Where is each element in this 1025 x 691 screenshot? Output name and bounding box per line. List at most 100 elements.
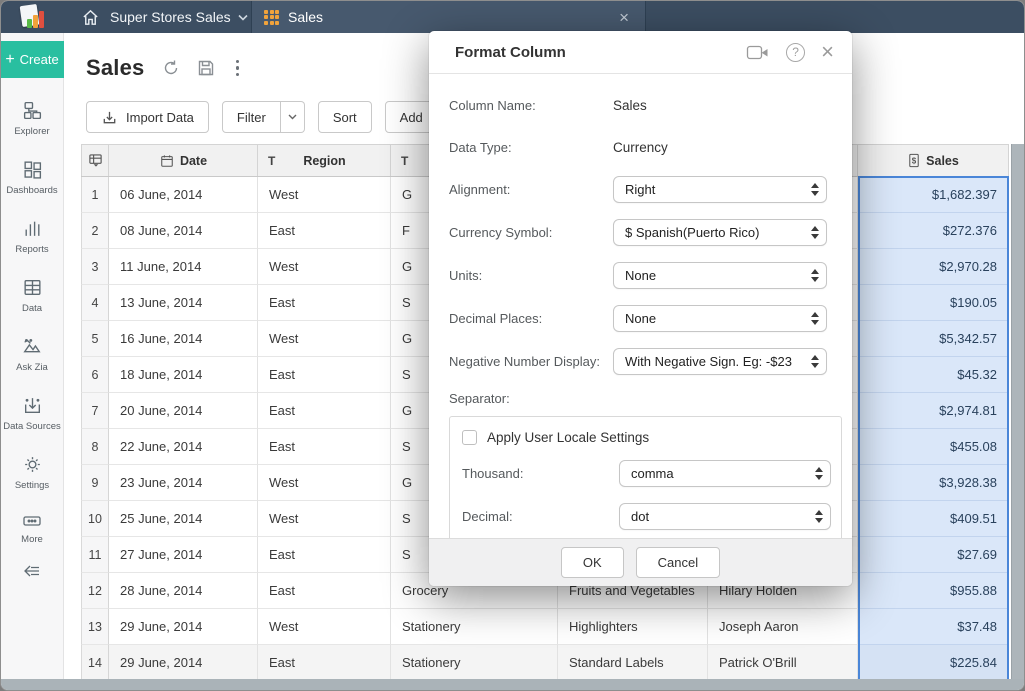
dialog-close-icon[interactable]: × [821, 41, 834, 63]
decimal-separator-select[interactable]: dot [619, 503, 831, 530]
row-number-cell[interactable]: 3 [81, 249, 109, 285]
row-number-cell[interactable]: 4 [81, 285, 109, 321]
cell-sales[interactable]: $955.88 [858, 573, 1009, 609]
home-icon[interactable] [78, 5, 102, 29]
sidebar-item-data[interactable]: Data [1, 277, 64, 314]
filter-dropdown-caret[interactable] [281, 101, 305, 133]
cell-region[interactable]: East [258, 357, 391, 393]
row-number-cell[interactable]: 12 [81, 573, 109, 609]
apply-locale-checkbox[interactable] [462, 430, 477, 445]
apply-locale-checkbox-row[interactable]: Apply User Locale Settings [462, 430, 831, 445]
negative-display-select[interactable]: With Negative Sign. Eg: -$23 [613, 348, 827, 375]
filter-button[interactable]: Filter [222, 101, 281, 133]
cell-region[interactable]: East [258, 429, 391, 465]
cell-sales[interactable]: $190.05 [858, 285, 1009, 321]
cell-person[interactable]: Patrick O'Brill [708, 645, 858, 679]
row-number-cell[interactable]: 5 [81, 321, 109, 357]
cell-region[interactable]: East [258, 645, 391, 679]
sidebar-item-dashboards[interactable]: Dashboards [1, 159, 64, 196]
cell-category[interactable]: Stationery [391, 609, 558, 645]
cell-sales[interactable]: $2,970.28 [858, 249, 1009, 285]
cell-date[interactable]: 23 June, 2014 [109, 465, 258, 501]
cell-sales[interactable]: $272.376 [858, 213, 1009, 249]
cell-date[interactable]: 08 June, 2014 [109, 213, 258, 249]
cell-region[interactable]: West [258, 609, 391, 645]
cell-date[interactable]: 22 June, 2014 [109, 429, 258, 465]
cell-region[interactable]: West [258, 177, 391, 213]
cell-region[interactable]: East [258, 573, 391, 609]
row-number-cell[interactable]: 10 [81, 501, 109, 537]
tab-sales[interactable]: Sales × [251, 1, 646, 33]
cell-sales[interactable]: $2,974.81 [858, 393, 1009, 429]
row-number-cell[interactable]: 1 [81, 177, 109, 213]
sidebar-item-explorer[interactable]: Explorer [1, 100, 64, 137]
column-header-date[interactable]: Date [109, 145, 258, 176]
cell-date[interactable]: 20 June, 2014 [109, 393, 258, 429]
tab-close-icon[interactable]: × [619, 9, 629, 26]
cell-date[interactable]: 11 June, 2014 [109, 249, 258, 285]
select-all-header[interactable] [81, 145, 109, 176]
horizontal-scrollbar[interactable] [1, 679, 1024, 690]
row-number-cell[interactable]: 14 [81, 645, 109, 679]
cell-sales[interactable]: $225.84 [858, 645, 1009, 679]
cancel-button[interactable]: Cancel [636, 547, 720, 578]
workspace-switcher[interactable]: Super Stores Sales [110, 9, 248, 25]
currency-symbol-select[interactable]: $ Spanish(Puerto Rico) [613, 219, 827, 246]
cell-region[interactable]: West [258, 465, 391, 501]
help-icon[interactable]: ? [786, 43, 805, 62]
cell-date[interactable]: 28 June, 2014 [109, 573, 258, 609]
sidebar-item-data-sources[interactable]: Data Sources [1, 395, 64, 432]
row-number-cell[interactable]: 6 [81, 357, 109, 393]
row-number-cell[interactable]: 2 [81, 213, 109, 249]
column-header-sales[interactable]: $ Sales [858, 145, 1009, 176]
ok-button[interactable]: OK [561, 547, 624, 578]
cell-date[interactable]: 18 June, 2014 [109, 357, 258, 393]
sidebar-item-settings[interactable]: Settings [1, 454, 64, 491]
cell-sales[interactable]: $37.48 [858, 609, 1009, 645]
refresh-icon[interactable] [162, 59, 180, 77]
column-header-region[interactable]: T Region [258, 145, 391, 176]
cell-region[interactable]: East [258, 213, 391, 249]
cell-date[interactable]: 29 June, 2014 [109, 645, 258, 679]
alignment-select[interactable]: Right [613, 176, 827, 203]
cell-date[interactable]: 27 June, 2014 [109, 537, 258, 573]
units-select[interactable]: None [613, 262, 827, 289]
cell-sales[interactable]: $27.69 [858, 537, 1009, 573]
import-data-button[interactable]: Import Data [86, 101, 209, 133]
decimal-places-select[interactable]: None [613, 305, 827, 332]
row-number-cell[interactable]: 9 [81, 465, 109, 501]
app-logo[interactable] [1, 1, 64, 33]
row-number-cell[interactable]: 8 [81, 429, 109, 465]
sidebar-item-more[interactable]: More [1, 513, 64, 545]
video-help-icon[interactable] [746, 44, 770, 61]
cell-region[interactable]: West [258, 501, 391, 537]
cell-product[interactable]: Standard Labels [558, 645, 708, 679]
cell-sales[interactable]: $45.32 [858, 357, 1009, 393]
cell-sales[interactable]: $5,342.57 [858, 321, 1009, 357]
cell-region[interactable]: East [258, 285, 391, 321]
row-number-cell[interactable]: 11 [81, 537, 109, 573]
sidebar-item-ask-zia[interactable]: Ask Zia [1, 336, 64, 373]
cell-region[interactable]: East [258, 537, 391, 573]
cell-date[interactable]: 29 June, 2014 [109, 609, 258, 645]
thousand-separator-select[interactable]: comma [619, 460, 831, 487]
cell-person[interactable]: Joseph Aaron [708, 609, 858, 645]
sort-button[interactable]: Sort [318, 101, 372, 133]
more-options-icon[interactable] [232, 58, 244, 79]
cell-date[interactable]: 06 June, 2014 [109, 177, 258, 213]
cell-region[interactable]: West [258, 249, 391, 285]
cell-region[interactable]: West [258, 321, 391, 357]
cell-date[interactable]: 25 June, 2014 [109, 501, 258, 537]
cell-sales[interactable]: $455.08 [858, 429, 1009, 465]
cell-sales[interactable]: $409.51 [858, 501, 1009, 537]
cell-sales[interactable]: $3,928.38 [858, 465, 1009, 501]
cell-category[interactable]: Stationery [391, 645, 558, 679]
sidebar-collapse-button[interactable] [1, 563, 64, 579]
cell-date[interactable]: 16 June, 2014 [109, 321, 258, 357]
create-button[interactable]: + Create [1, 41, 64, 78]
cell-sales[interactable]: $1,682.397 [858, 177, 1009, 213]
row-number-cell[interactable]: 13 [81, 609, 109, 645]
cell-region[interactable]: East [258, 393, 391, 429]
save-icon[interactable] [197, 59, 215, 77]
cell-date[interactable]: 13 June, 2014 [109, 285, 258, 321]
